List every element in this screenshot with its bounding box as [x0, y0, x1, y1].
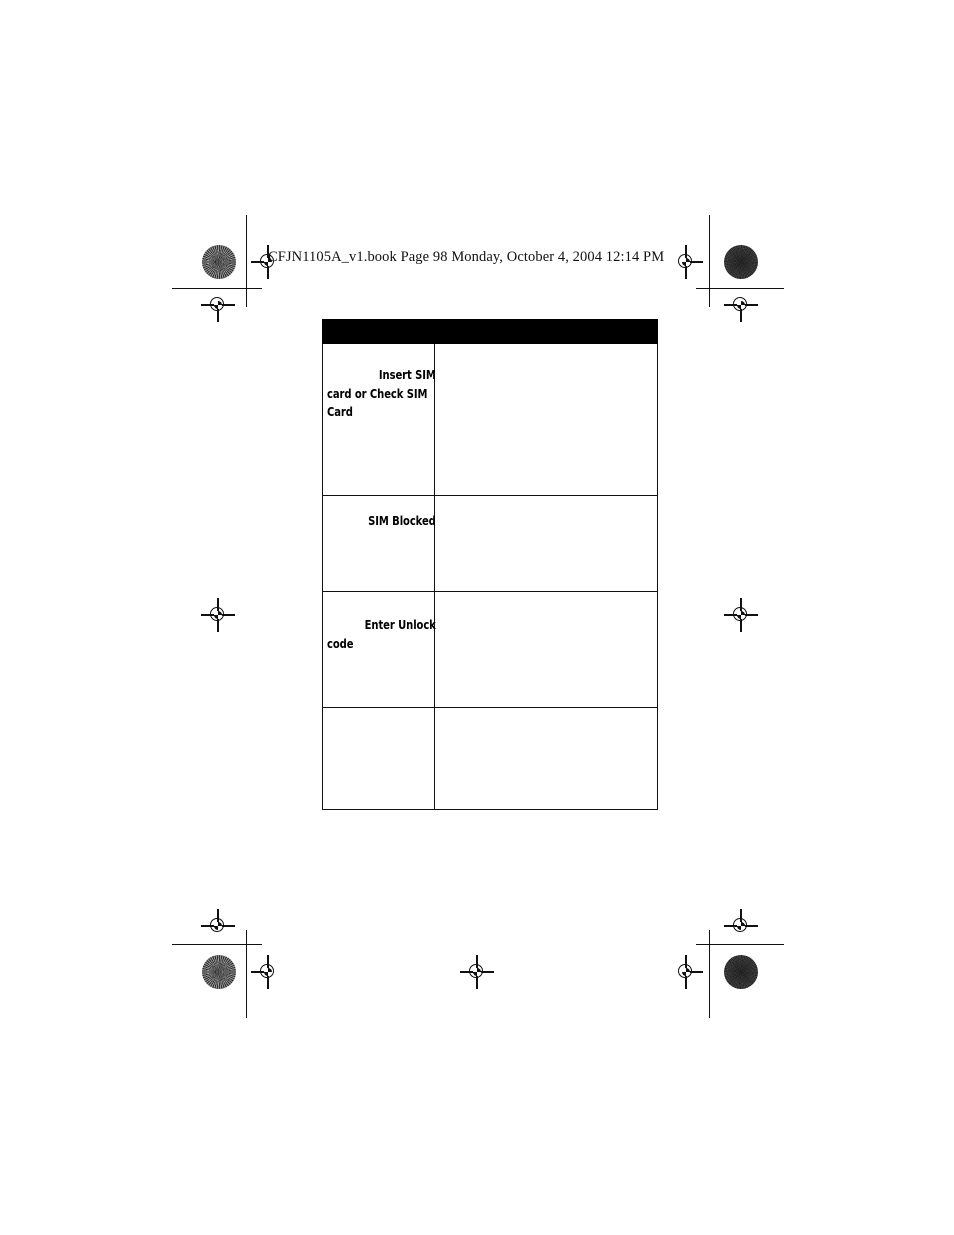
trim-rule-bottom-left-vertical	[246, 930, 248, 1018]
registration-target-right-lower	[724, 909, 758, 943]
table-cell-message: SIM Blocked	[323, 496, 436, 591]
message-text-lead: SIM Blocked	[368, 513, 436, 528]
registration-target-right-middle	[724, 598, 758, 632]
registration-target-left-middle	[201, 598, 235, 632]
table-cell-description	[435, 592, 657, 707]
message-text-rest: card or Check SIM Card	[327, 385, 428, 420]
table-cell-description	[435, 496, 657, 591]
table-row: Insert SIM card or Check SIM Card	[322, 344, 658, 496]
message-text-lead: Insert SIM	[378, 367, 436, 382]
table-cell-message: Insert SIM card or Check SIM Card	[323, 344, 436, 495]
trim-rule-left-vertical	[246, 215, 248, 307]
registration-target-right-upper	[724, 288, 758, 322]
message-reference-table: Insert SIM card or Check SIM Card SIM Bl…	[322, 319, 658, 810]
registration-target-left-lower	[201, 909, 235, 943]
registration-target-left-upper	[201, 288, 235, 322]
message-text-lead: Enter Unlock	[364, 617, 436, 632]
printed-page: CFJN1105A_v1.book Page 98 Monday, Octobe…	[0, 0, 954, 1235]
message-text: SIM Blocked	[327, 512, 436, 531]
table-row: Enter Unlock code	[322, 592, 658, 708]
halftone-density-patch-bottom-right	[724, 955, 758, 989]
running-header: CFJN1105A_v1.book Page 98 Monday, Octobe…	[268, 249, 665, 265]
halftone-density-patch-top-right	[724, 245, 758, 279]
message-text: Insert SIM card or Check SIM Card	[327, 366, 436, 422]
halftone-density-patch	[202, 245, 236, 279]
message-text: Enter Unlock code	[327, 616, 436, 653]
registration-target-bottom-left	[251, 955, 285, 989]
table-row	[322, 708, 658, 810]
trim-rule-right-vertical	[709, 215, 711, 307]
trim-rule-bottom-right-vertical	[709, 930, 711, 1018]
table-cell-description	[435, 344, 657, 495]
table-row: SIM Blocked	[322, 496, 658, 592]
registration-target-top-right	[669, 245, 703, 279]
message-text-rest: code	[327, 635, 354, 651]
halftone-density-patch-bottom-left	[202, 955, 236, 989]
table-header-bar	[322, 319, 658, 344]
table-cell-message	[323, 708, 435, 809]
table-cell-description	[435, 708, 657, 809]
registration-target-bottom-center	[460, 955, 494, 989]
registration-target-bottom-right	[669, 955, 703, 989]
trim-rule-bottom-left-horizontal	[172, 944, 262, 946]
table-cell-message: Enter Unlock code	[323, 592, 436, 707]
